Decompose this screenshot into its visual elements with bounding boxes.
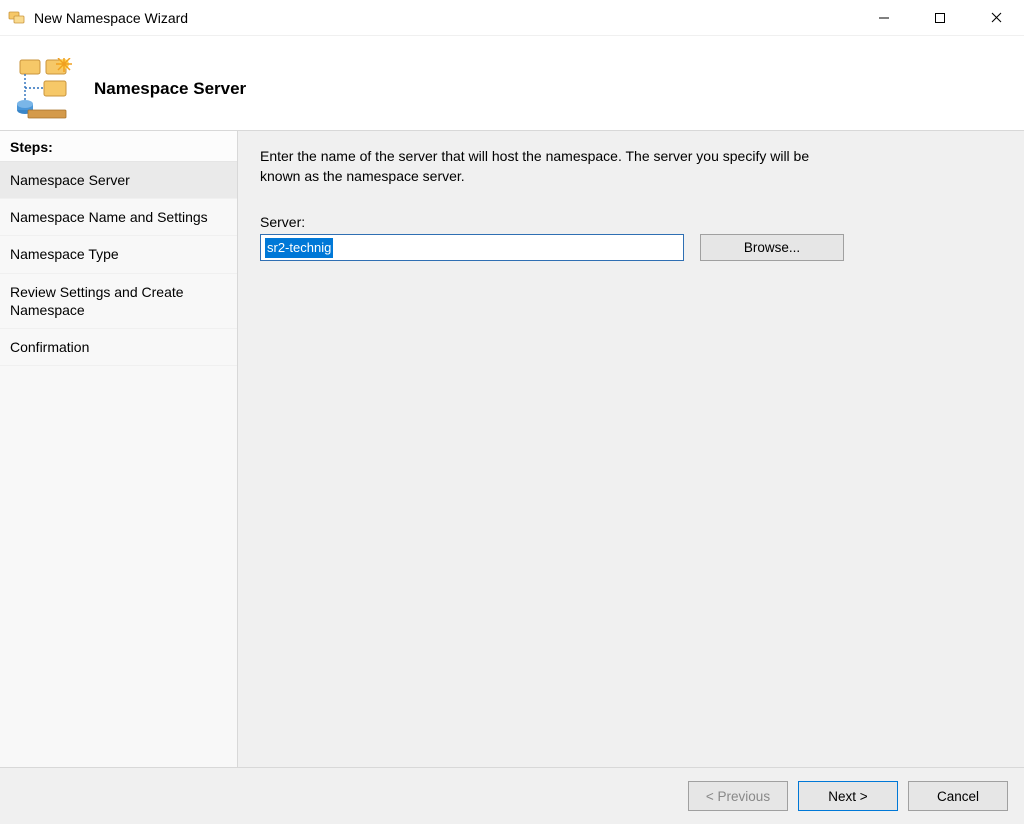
window-title: New Namespace Wizard bbox=[34, 10, 856, 26]
server-input-selection: sr2-technig bbox=[265, 238, 333, 258]
namespace-wizard-icon bbox=[14, 58, 76, 120]
step-namespace-server[interactable]: Namespace Server bbox=[0, 162, 237, 199]
server-input[interactable]: sr2-technig bbox=[260, 234, 684, 261]
page-title: Namespace Server bbox=[94, 79, 246, 99]
close-button[interactable] bbox=[968, 0, 1024, 35]
maximize-button[interactable] bbox=[912, 0, 968, 35]
titlebar: New Namespace Wizard bbox=[0, 0, 1024, 36]
browse-button[interactable]: Browse... bbox=[700, 234, 844, 261]
steps-panel: Steps: Namespace Server Namespace Name a… bbox=[0, 131, 238, 767]
steps-header: Steps: bbox=[0, 131, 237, 162]
server-label: Server: bbox=[260, 214, 1002, 230]
step-confirmation[interactable]: Confirmation bbox=[0, 329, 237, 366]
window-controls bbox=[856, 0, 1024, 35]
minimize-button[interactable] bbox=[856, 0, 912, 35]
namespace-folders-icon bbox=[8, 9, 26, 27]
previous-button[interactable]: < Previous bbox=[688, 781, 788, 811]
wizard-header: Namespace Server bbox=[0, 36, 1024, 130]
server-field-row: sr2-technig Browse... bbox=[260, 234, 1002, 261]
next-button[interactable]: Next > bbox=[798, 781, 898, 811]
wizard-footer: < Previous Next > Cancel bbox=[0, 768, 1024, 824]
wizard-body: Steps: Namespace Server Namespace Name a… bbox=[0, 130, 1024, 768]
step-namespace-name-settings[interactable]: Namespace Name and Settings bbox=[0, 199, 237, 236]
step-review-create[interactable]: Review Settings and Create Namespace bbox=[0, 274, 237, 329]
cancel-button[interactable]: Cancel bbox=[908, 781, 1008, 811]
step-namespace-type[interactable]: Namespace Type bbox=[0, 236, 237, 273]
instruction-text: Enter the name of the server that will h… bbox=[260, 147, 820, 186]
content-panel: Enter the name of the server that will h… bbox=[238, 131, 1024, 767]
